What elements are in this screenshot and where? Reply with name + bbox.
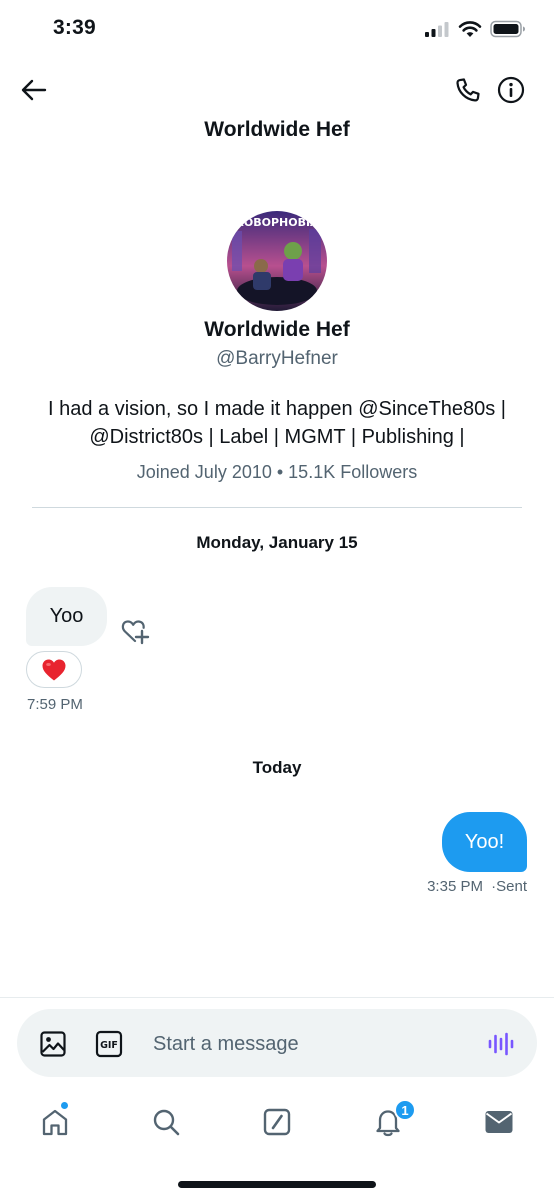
- tab-messages[interactable]: [477, 1100, 521, 1144]
- notifications-badge: 1: [394, 1099, 416, 1121]
- spaces-icon: [263, 1108, 291, 1136]
- voice-message-button[interactable]: [484, 1029, 518, 1059]
- received-timestamp: 7:59 PM: [27, 696, 83, 713]
- wifi-icon: [458, 21, 482, 37]
- battery-icon: [490, 20, 525, 38]
- bio-line: @District80s | Label | MGMT | Publishing…: [89, 426, 465, 448]
- mail-icon: [485, 1111, 513, 1133]
- sent-time: 3:35 PM: [427, 878, 483, 895]
- gif-icon: GIF: [95, 1030, 123, 1058]
- message-text: Yoo!: [464, 830, 505, 853]
- sent-timestamp: 3:35 PM ·Sent: [427, 878, 527, 895]
- status-time: 3:39: [53, 16, 96, 39]
- message-text: Yoo: [49, 605, 84, 627]
- avatar-text: ROBOPHOBIA: [235, 216, 319, 229]
- profile-name[interactable]: Worldwide Hef: [0, 318, 554, 342]
- divider: [32, 507, 522, 508]
- back-arrow-icon: [21, 79, 47, 101]
- sent-status: ·Sent: [491, 878, 527, 895]
- tab-search[interactable]: [144, 1100, 188, 1144]
- call-button[interactable]: [450, 72, 486, 108]
- tab-home[interactable]: [33, 1100, 77, 1144]
- image-icon: [40, 1031, 66, 1057]
- signal-icon: [425, 22, 449, 37]
- message-input[interactable]: [153, 1025, 433, 1063]
- add-reaction-button[interactable]: [118, 616, 150, 646]
- home-unread-dot: [60, 1101, 69, 1110]
- composer-divider: [0, 997, 554, 998]
- home-icon: [42, 1109, 68, 1136]
- home-indicator: [178, 1181, 376, 1188]
- bio-line: I had a vision, so I made it happen @Sin…: [48, 398, 506, 420]
- avatar[interactable]: ROBOPHOBIA: [227, 211, 327, 311]
- info-button[interactable]: [493, 72, 529, 108]
- tab-grok[interactable]: [255, 1100, 299, 1144]
- profile-bio: I had a vision, so I made it happen @Sin…: [20, 395, 534, 451]
- info-icon: [497, 76, 525, 104]
- avatar-image: ROBOPHOBIA: [227, 211, 327, 311]
- reaction-badge[interactable]: [26, 651, 82, 688]
- sent-message[interactable]: Yoo!: [442, 812, 527, 872]
- profile-handle[interactable]: @BarryHefner: [0, 348, 554, 370]
- search-icon: [153, 1109, 180, 1136]
- add-photo-button[interactable]: [37, 1028, 69, 1060]
- status-icons: [424, 20, 526, 38]
- date-separator-today: Today: [252, 758, 302, 777]
- heart-plus-icon: [121, 620, 150, 645]
- date-separator: Monday, January 15: [196, 533, 358, 552]
- gif-label: GIF: [100, 1040, 118, 1051]
- profile-meta: Joined July 2010 • 15.1K Followers: [136, 462, 418, 482]
- voice-wave-icon: [488, 1032, 514, 1056]
- back-button[interactable]: [14, 72, 54, 108]
- phone-icon: [456, 78, 480, 102]
- gif-button[interactable]: GIF: [94, 1029, 124, 1059]
- conversation-title: Worldwide Hef: [204, 118, 350, 141]
- heart-reaction-icon: [42, 659, 66, 680]
- received-message[interactable]: Yoo: [26, 587, 107, 646]
